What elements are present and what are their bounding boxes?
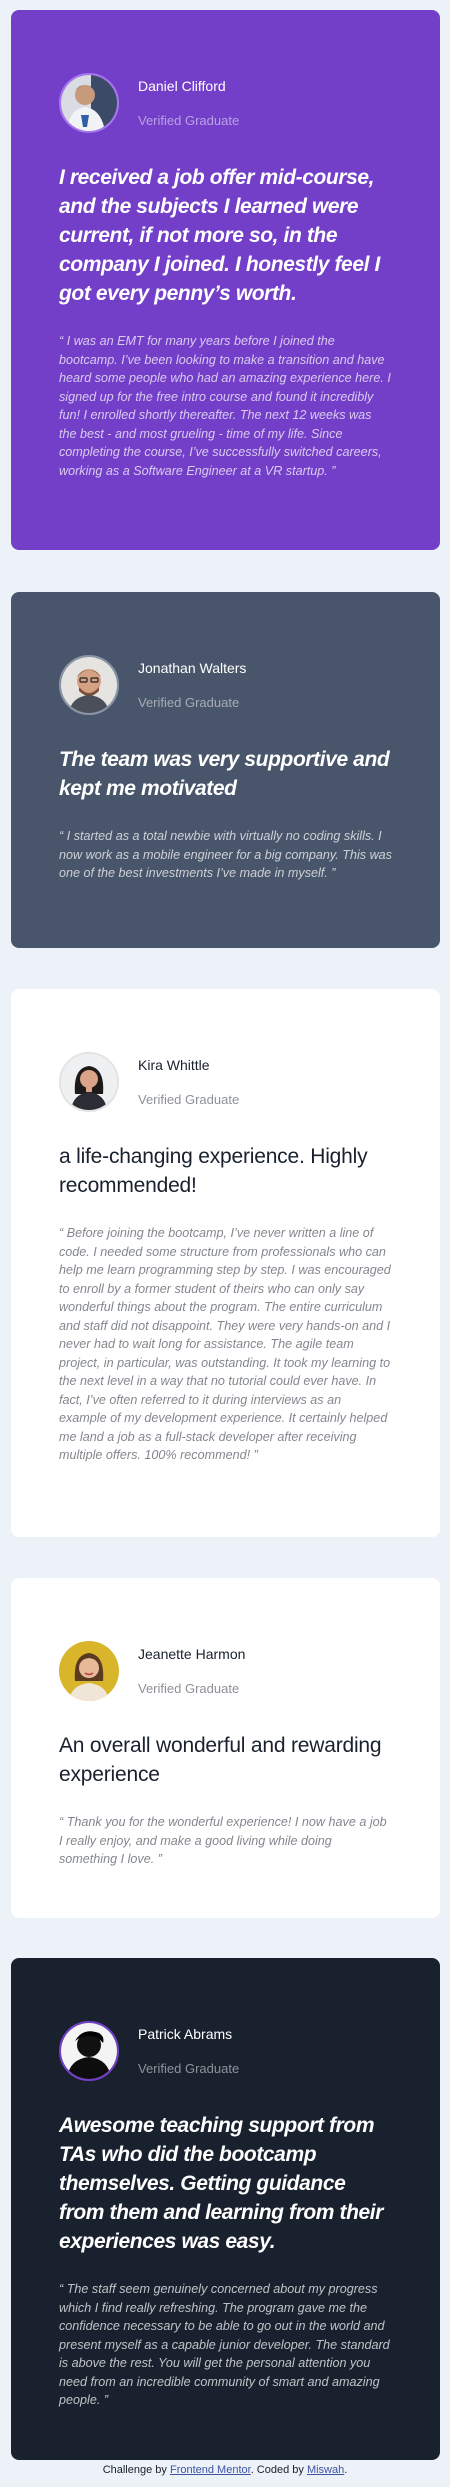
footer-middle: . Coded by xyxy=(250,2464,307,2476)
author-row: Kira Whittle Verified Graduate xyxy=(59,1052,392,1112)
author-name: Daniel Clifford xyxy=(138,77,226,94)
author-role: Verified Graduate xyxy=(138,1091,240,1107)
author-role: Verified Graduate xyxy=(138,112,240,128)
testimonial-quote: “ I was an EMT for many years before I j… xyxy=(59,334,391,478)
author-row: Patrick Abrams Verified Graduate xyxy=(59,2021,392,2081)
testimonial-headline: An overall wonderful and rewarding exper… xyxy=(59,1734,382,1786)
testimonial-card-jonathan: Jonathan Walters Verified Graduate The t… xyxy=(11,592,440,948)
testimonial-quote: “ The staff seem genuinely concerned abo… xyxy=(59,2282,390,2407)
attribution-footer: Challenge by Frontend Mentor. Coded by M… xyxy=(0,2462,450,2478)
testimonial-card-daniel: Daniel Clifford Verified Graduate I rece… xyxy=(11,10,440,550)
avatar-kira xyxy=(59,1052,119,1112)
avatar-patrick xyxy=(59,2021,119,2081)
avatar-daniel xyxy=(59,73,119,133)
avatar-jonathan xyxy=(59,655,119,715)
testimonial-quote: “ Thank you for the wonderful experience… xyxy=(59,1815,387,1866)
avatar-jeanette xyxy=(59,1641,119,1701)
footer-suffix: . xyxy=(344,2464,348,2476)
testimonial-headline: Awesome teaching support from TAs who di… xyxy=(59,2114,383,2253)
author-name: Jeanette Harmon xyxy=(138,1645,246,1662)
author-row: Daniel Clifford Verified Graduate xyxy=(59,73,392,133)
author-row: Jeanette Harmon Verified Graduate xyxy=(59,1641,392,1701)
author-name: Jonathan Walters xyxy=(138,659,247,676)
author-link[interactable]: Miswah xyxy=(307,2464,344,2476)
testimonial-quote: “ Before joining the bootcamp, I’ve neve… xyxy=(59,1226,391,1462)
author-role: Verified Graduate xyxy=(138,1680,240,1696)
author-role: Verified Graduate xyxy=(138,694,240,710)
testimonial-card-jeanette: Jeanette Harmon Verified Graduate An ove… xyxy=(11,1578,440,1918)
testimonial-headline: I received a job offer mid-course, and t… xyxy=(59,166,380,305)
author-name: Patrick Abrams xyxy=(138,2025,233,2042)
author-row: Jonathan Walters Verified Graduate xyxy=(59,655,392,715)
frontend-mentor-link[interactable]: Frontend Mentor xyxy=(170,2464,251,2476)
author-name: Kira Whittle xyxy=(138,1056,210,1073)
author-role: Verified Graduate xyxy=(138,2060,240,2076)
testimonial-quote: “ I started as a total newbie with virtu… xyxy=(59,829,392,880)
testimonial-card-kira: Kira Whittle Verified Graduate a life-ch… xyxy=(11,989,440,1537)
testimonial-card-patrick: Patrick Abrams Verified Graduate Awesome… xyxy=(11,1958,440,2460)
footer-prefix: Challenge by xyxy=(102,2464,170,2476)
testimonial-headline: a life-changing experience. Highly recom… xyxy=(59,1145,368,1197)
testimonial-headline: The team was very supportive and kept me… xyxy=(59,748,390,800)
